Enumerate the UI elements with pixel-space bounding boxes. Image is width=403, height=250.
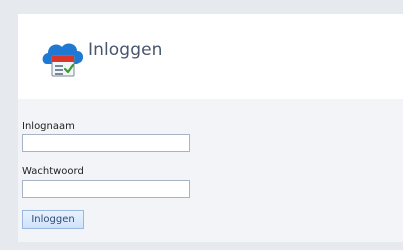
login-card: Inloggen: [18, 14, 403, 242]
password-input[interactable]: [22, 180, 190, 198]
username-input[interactable]: [22, 134, 190, 152]
username-label: Inlognaam: [22, 121, 75, 132]
login-button[interactable]: Inloggen: [22, 210, 84, 229]
login-header: Inloggen: [18, 14, 403, 99]
cloud-calendar-icon: [42, 43, 84, 77]
page-title: Inloggen: [88, 40, 163, 60]
login-page: Inloggen Inlognaam Wachtwoord Inloggen: [0, 0, 403, 250]
password-label: Wachtwoord: [22, 166, 84, 177]
